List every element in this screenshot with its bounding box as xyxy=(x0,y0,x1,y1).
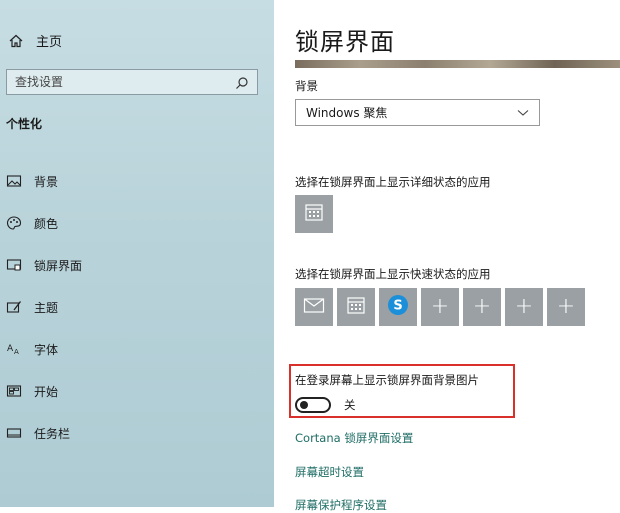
sidebar-item-colors[interactable]: 颜色 xyxy=(0,202,274,244)
skype-icon: S xyxy=(387,294,409,320)
quick-app-add-slot[interactable]: + xyxy=(505,288,543,326)
sidebar-item-themes[interactable]: 主题 xyxy=(0,286,274,328)
sidebar-item-lock-screen[interactable]: 锁屏界面 xyxy=(0,244,274,286)
sidebar: 主页 个性化 背景 颜色 锁屏界面 xyxy=(0,0,274,507)
sidebar-item-label: 锁屏界面 xyxy=(34,258,83,273)
svg-text:A: A xyxy=(7,344,14,354)
lock-screen-icon xyxy=(6,257,22,273)
search-icon[interactable] xyxy=(235,75,249,89)
sidebar-item-label: 颜色 xyxy=(34,216,59,231)
font-icon: AA xyxy=(6,341,22,357)
quick-app-row: S + + + + xyxy=(295,288,585,326)
background-dropdown[interactable]: Windows 聚焦 xyxy=(295,99,540,126)
quick-app-add-slot[interactable]: + xyxy=(463,288,501,326)
start-icon xyxy=(6,383,22,399)
background-label: 背景 xyxy=(295,79,318,93)
svg-text:A: A xyxy=(14,348,19,356)
svg-text:S: S xyxy=(393,299,402,314)
search-input[interactable] xyxy=(7,71,235,93)
search-box[interactable] xyxy=(6,69,258,95)
home-icon xyxy=(8,33,24,49)
mail-icon xyxy=(303,296,325,318)
page-title: 锁屏界面 xyxy=(295,28,395,56)
image-icon xyxy=(6,173,22,189)
sidebar-item-label: 字体 xyxy=(34,342,59,357)
detail-app-calendar[interactable] xyxy=(295,195,333,233)
sidebar-item-background[interactable]: 背景 xyxy=(0,160,274,202)
calendar-icon xyxy=(346,295,366,319)
home-label: 主页 xyxy=(36,35,63,50)
quick-app-label: 选择在锁屏界面上显示快速状态的应用 xyxy=(295,267,491,281)
calendar-icon xyxy=(304,202,324,226)
section-title: 个性化 xyxy=(6,117,43,131)
cortana-settings-link[interactable]: Cortana 锁屏界面设置 xyxy=(295,430,413,446)
detail-app-label: 选择在锁屏界面上显示详细状态的应用 xyxy=(295,175,491,189)
plus-icon: + xyxy=(472,294,492,319)
quick-app-add-slot[interactable]: + xyxy=(547,288,585,326)
taskbar-icon xyxy=(6,425,22,441)
quick-app-calendar[interactable] xyxy=(337,288,375,326)
sidebar-item-label: 任务栏 xyxy=(34,426,71,441)
screen-timeout-link[interactable]: 屏幕超时设置 xyxy=(295,464,364,480)
toggle-knob xyxy=(300,401,308,409)
quick-app-mail[interactable] xyxy=(295,288,333,326)
main-panel: 锁屏界面 背景 Windows 聚焦 选择在锁屏界面上显示详细状态的应用 选择在… xyxy=(274,0,620,512)
home-link[interactable]: 主页 xyxy=(8,31,62,50)
quick-app-skype[interactable]: S xyxy=(379,288,417,326)
sidebar-item-label: 主题 xyxy=(34,300,59,315)
signin-background-toggle[interactable] xyxy=(295,397,331,413)
sidebar-item-start[interactable]: 开始 xyxy=(0,370,274,412)
chevron-down-icon xyxy=(517,106,529,120)
sidebar-item-label: 背景 xyxy=(34,174,59,189)
signin-background-label: 在登录屏幕上显示锁屏界面背景图片 xyxy=(295,373,479,387)
palette-icon xyxy=(6,215,22,231)
sidebar-nav: 背景 颜色 锁屏界面 主题 AA 字体 开始 任务栏 xyxy=(0,160,274,454)
signin-background-setting: 关 xyxy=(295,397,356,413)
background-value: Windows 聚焦 xyxy=(306,106,388,120)
screensaver-link[interactable]: 屏幕保护程序设置 xyxy=(295,497,387,513)
lock-screen-preview xyxy=(295,60,620,68)
sidebar-item-label: 开始 xyxy=(34,384,59,399)
quick-app-add-slot[interactable]: + xyxy=(421,288,459,326)
plus-icon: + xyxy=(556,294,576,319)
sidebar-item-fonts[interactable]: AA 字体 xyxy=(0,328,274,370)
theme-icon xyxy=(6,299,22,315)
plus-icon: + xyxy=(514,294,534,319)
toggle-state-label: 关 xyxy=(344,398,356,412)
sidebar-item-taskbar[interactable]: 任务栏 xyxy=(0,412,274,454)
plus-icon: + xyxy=(430,294,450,319)
detail-app-row xyxy=(295,195,333,233)
